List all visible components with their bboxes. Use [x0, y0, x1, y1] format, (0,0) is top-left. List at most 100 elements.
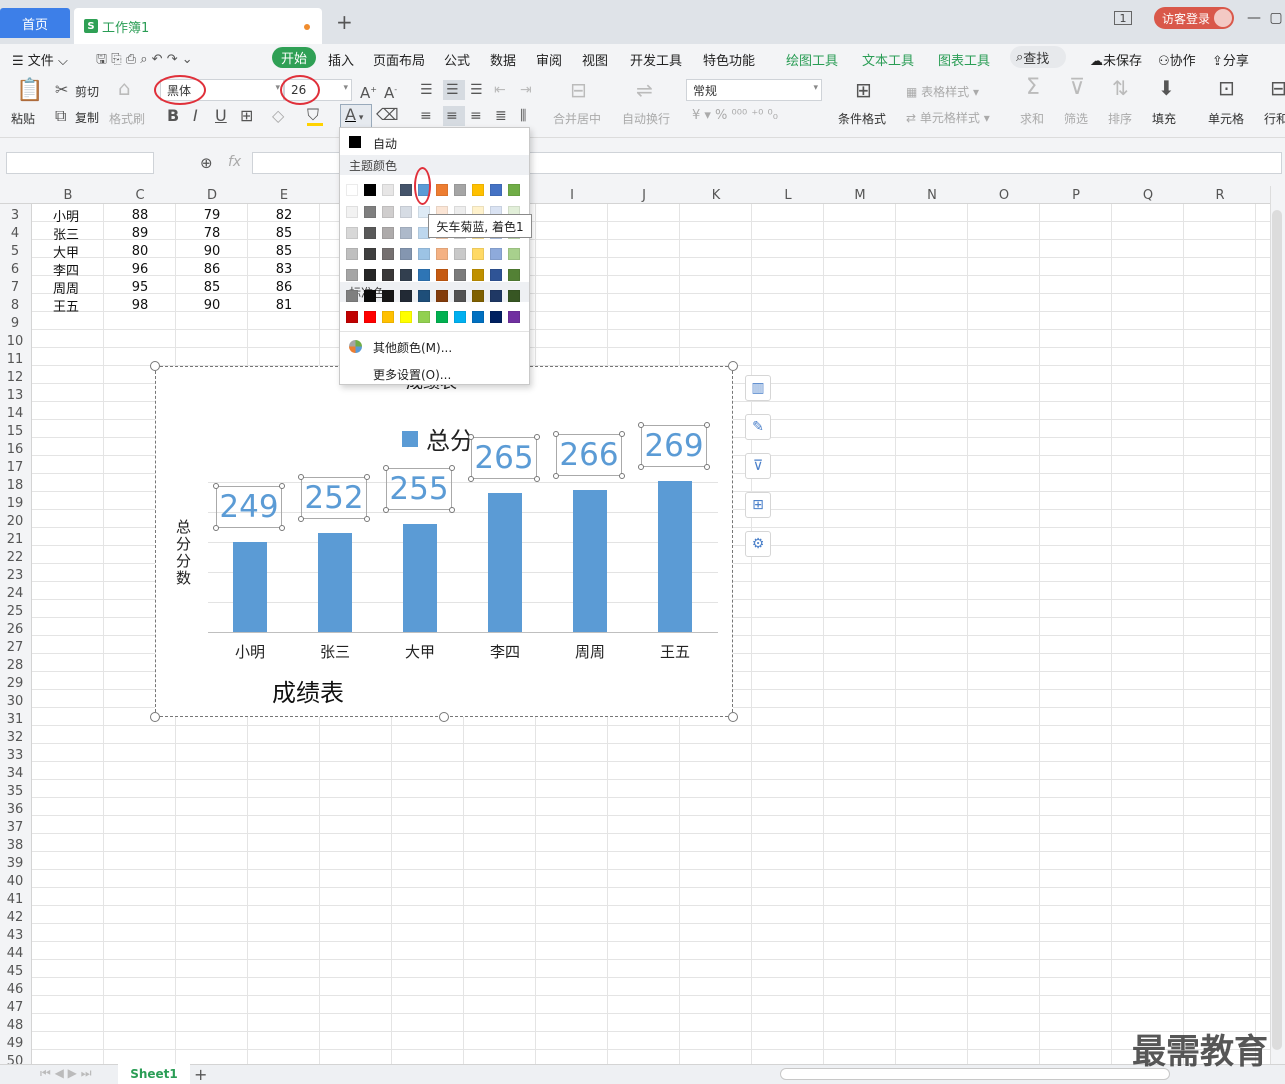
chart-elements-icon[interactable]: ▥ — [745, 375, 771, 401]
conditional-format-label[interactable]: 条件格式 — [838, 110, 886, 127]
row-header-45[interactable]: 45 — [0, 962, 30, 980]
cell-fill-icon[interactable]: ◇ — [272, 108, 284, 124]
theme-shade-swatch[interactable] — [508, 269, 520, 281]
data-label-handle[interactable] — [279, 483, 285, 490]
theme-shade-swatch[interactable] — [436, 248, 448, 260]
theme-shade-swatch[interactable] — [400, 290, 412, 302]
row-header-15[interactable]: 15 — [0, 422, 30, 440]
table-cell[interactable]: 89 — [104, 224, 176, 242]
increase-font-icon[interactable]: A+ — [360, 82, 377, 101]
row-header-25[interactable]: 25 — [0, 602, 30, 620]
distributed-icon[interactable]: ⫼ — [520, 108, 526, 124]
eraser-icon[interactable]: ⌫ — [376, 107, 399, 123]
horizontal-scroll-thumb[interactable] — [780, 1068, 1170, 1080]
fx-button[interactable]: fx — [228, 154, 241, 170]
data-label-handle[interactable] — [364, 474, 370, 481]
data-label-handle[interactable] — [534, 433, 540, 440]
table-cell[interactable]: 90 — [176, 296, 248, 314]
theme-color-swatch[interactable] — [346, 184, 358, 196]
theme-shade-swatch[interactable] — [472, 269, 484, 281]
row-col-label[interactable]: 行和 — [1264, 110, 1285, 127]
workbook-tab[interactable]: S 工作簿1 — [74, 8, 322, 44]
paste-icon[interactable]: 📋 — [16, 80, 43, 102]
table-cell[interactable]: 80 — [104, 242, 176, 260]
table-cell[interactable]: 张三 — [53, 224, 103, 243]
theme-shade-swatch[interactable] — [436, 269, 448, 281]
theme-color-swatch[interactable] — [364, 184, 376, 196]
column-header-p[interactable]: P — [1040, 186, 1112, 204]
row-header-4[interactable]: 4 — [0, 224, 30, 242]
data-label-大甲[interactable]: 255 — [386, 467, 452, 510]
bar-小明[interactable] — [233, 542, 267, 632]
row-header-34[interactable]: 34 — [0, 764, 30, 782]
data-label-handle[interactable] — [619, 472, 625, 479]
column-header-o[interactable]: O — [968, 186, 1040, 204]
row-header-19[interactable]: 19 — [0, 494, 30, 512]
column-header-b[interactable]: B — [32, 186, 104, 204]
row-header-36[interactable]: 36 — [0, 800, 30, 818]
theme-shade-swatch[interactable] — [472, 290, 484, 302]
theme-shade-swatch[interactable] — [382, 227, 394, 239]
chart-settings-gear-icon[interactable]: ⚙ — [745, 531, 771, 557]
justify-icon[interactable]: ≣ — [495, 108, 507, 124]
theme-shade-swatch[interactable] — [400, 206, 412, 218]
row-header-20[interactable]: 20 — [0, 512, 30, 530]
table-cell[interactable]: 85 — [176, 278, 248, 296]
table-cell[interactable]: 王五 — [53, 296, 103, 315]
row-header-21[interactable]: 21 — [0, 530, 30, 548]
row-header-49[interactable]: 49 — [0, 1034, 30, 1052]
theme-shade-swatch[interactable] — [382, 206, 394, 218]
row-header-13[interactable]: 13 — [0, 386, 30, 404]
standard-color-swatch[interactable] — [472, 311, 484, 323]
column-header-k[interactable]: K — [680, 186, 752, 204]
row-header-7[interactable]: 7 — [0, 278, 30, 296]
column-header-m[interactable]: M — [824, 186, 896, 204]
more-colors-item[interactable]: 其他颜色(M)... — [373, 339, 452, 356]
standard-color-swatch[interactable] — [436, 311, 448, 323]
theme-shade-swatch[interactable] — [346, 206, 358, 218]
data-label-handle[interactable] — [704, 421, 710, 428]
data-label-handle[interactable] — [298, 516, 304, 523]
resize-handle-bottom[interactable] — [439, 712, 449, 722]
row-col-icon[interactable]: ⊟ — [1270, 78, 1285, 98]
page-count-badge[interactable]: 1 — [1114, 11, 1132, 25]
x-axis-label-周周[interactable]: 周周 — [560, 641, 620, 662]
conditional-format-icon[interactable]: ⊞ — [855, 80, 872, 100]
row-header-40[interactable]: 40 — [0, 872, 30, 890]
theme-shade-swatch[interactable] — [364, 269, 376, 281]
row-header-46[interactable]: 46 — [0, 980, 30, 998]
row-header-27[interactable]: 27 — [0, 638, 30, 656]
row-header-33[interactable]: 33 — [0, 746, 30, 764]
sort-label[interactable]: 排序 — [1108, 110, 1132, 127]
theme-shade-swatch[interactable] — [490, 248, 502, 260]
search-button[interactable]: ⌕ 查找 — [1010, 46, 1066, 68]
theme-shade-swatch[interactable] — [346, 227, 358, 239]
auto-color-swatch[interactable] — [349, 136, 361, 148]
theme-shade-swatch[interactable] — [346, 290, 358, 302]
table-cell[interactable]: 88 — [104, 206, 176, 224]
standard-color-swatch[interactable] — [364, 311, 376, 323]
data-label-handle[interactable] — [279, 525, 285, 532]
format-painter-icon[interactable]: ⌂ — [118, 78, 131, 98]
menu-special[interactable]: 特色功能 — [703, 50, 755, 69]
align-right-icon[interactable]: ≡ — [470, 108, 482, 124]
row-header-17[interactable]: 17 — [0, 458, 30, 476]
chart-object[interactable]: 成绩表 总分 总分分数 成绩表 249小明252张三255大甲265李四266周… — [155, 366, 733, 717]
merge-center-label[interactable]: 合并居中 — [553, 110, 601, 127]
filter-icon[interactable]: ⊽ — [1069, 77, 1085, 99]
chart-title[interactable]: 成绩表 — [272, 673, 344, 708]
table-cell[interactable]: 78 — [176, 224, 248, 242]
row-header-12[interactable]: 12 — [0, 368, 30, 386]
data-label-李四[interactable]: 265 — [471, 436, 537, 479]
row-header-37[interactable]: 37 — [0, 818, 30, 836]
data-label-张三[interactable]: 252 — [301, 477, 367, 520]
fill-label[interactable]: 填充 — [1152, 110, 1176, 127]
font-color-button[interactable]: A ▾ — [340, 104, 372, 128]
menu-chart-tools[interactable]: 图表工具 — [938, 50, 990, 69]
table-cell[interactable]: 李四 — [53, 260, 103, 279]
copy-icon[interactable]: ⧉ — [55, 108, 66, 124]
data-label-handle[interactable] — [383, 506, 389, 513]
table-cell[interactable]: 96 — [104, 260, 176, 278]
theme-shade-swatch[interactable] — [400, 227, 412, 239]
table-cell[interactable]: 周周 — [53, 278, 103, 297]
